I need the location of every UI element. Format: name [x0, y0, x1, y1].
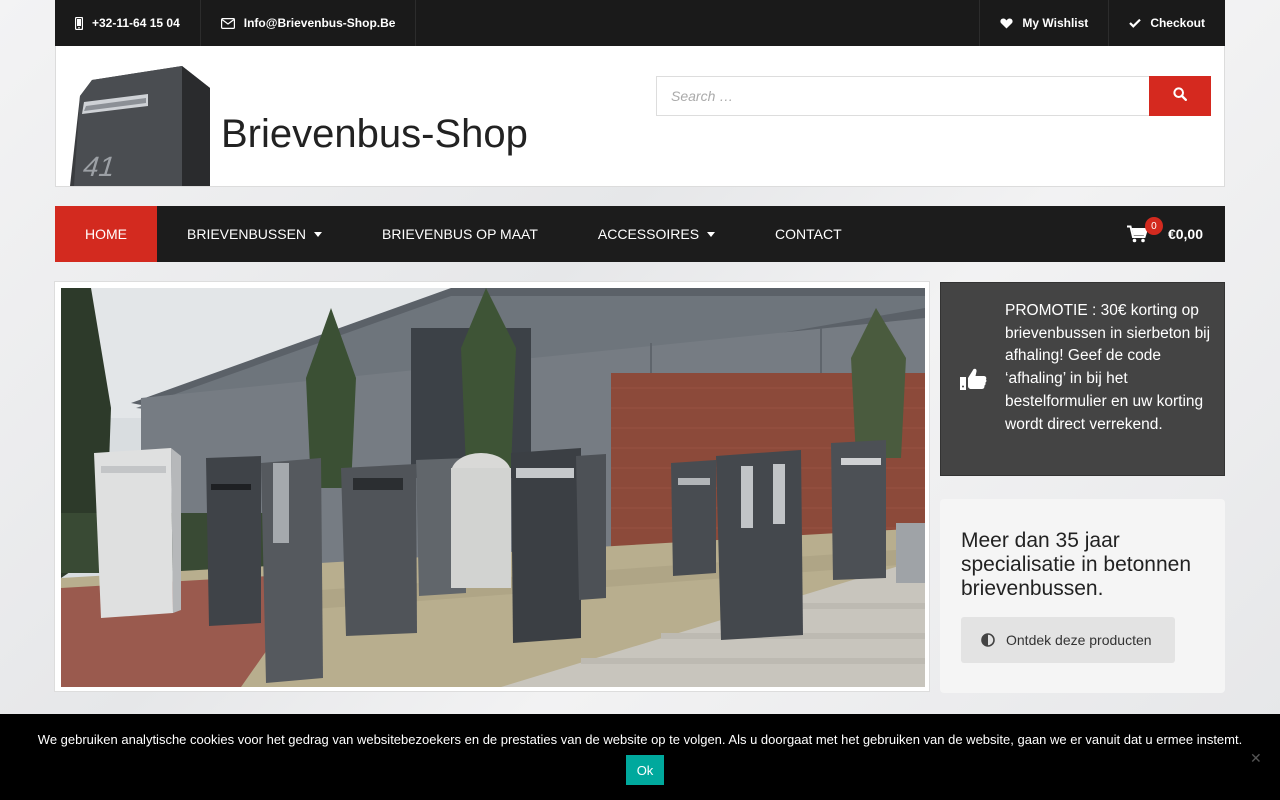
caret-down-icon [707, 231, 716, 237]
half-circle-icon [981, 633, 995, 647]
logo-number: 41 [82, 151, 116, 182]
heart-icon [1000, 18, 1013, 29]
cart-count-badge: 0 [1144, 217, 1163, 235]
showroom-photo [61, 288, 925, 687]
specialization-heading: Meer dan 35 jaar specialisatie in betonn… [961, 529, 1191, 600]
nav-item-brievenbussen[interactable]: BRIEVENBUSSEN [157, 206, 352, 262]
nav-item-label: BRIEVENBUS OP MAAT [382, 226, 538, 242]
nav-item-label: HOME [85, 226, 127, 242]
specialization-box: Meer dan 35 jaar specialisatie in betonn… [940, 499, 1225, 693]
main-nav: HOME BRIEVENBUSSEN BRIEVENBUS OP MAAT AC… [55, 206, 1225, 262]
cookie-message: We gebruiken analytische cookies voor he… [37, 732, 1243, 747]
wishlist-label: My Wishlist [1022, 16, 1089, 30]
caret-down-icon [314, 231, 323, 237]
close-icon[interactable]: ✕ [1250, 750, 1262, 767]
checkout-label: Checkout [1150, 16, 1205, 30]
nav-item-label: BRIEVENBUSSEN [187, 226, 307, 242]
promo-text: PROMOTIE : 30€ korting op brievenbussen … [1005, 302, 1211, 433]
cart-total: €0,00 [1167, 226, 1203, 242]
site-logo[interactable]: 41 [70, 66, 212, 186]
site-header: 41 Brievenbus-Shop Search … [55, 46, 1225, 187]
email-address: Info@Brievenbus-Shop.Be [243, 16, 396, 30]
cookie-ok-button[interactable]: Ok [626, 755, 664, 785]
thumbs-up-icon [960, 367, 987, 396]
cookie-banner: We gebruiken analytische cookies voor he… [0, 714, 1280, 800]
cart-link[interactable]: 0 €0,00 [1126, 206, 1203, 262]
top-bar: +32-11-64 15 04 Info@Brievenbus-Shop.Be … [55, 0, 1225, 46]
phone-link[interactable]: +32-11-64 15 04 [55, 0, 201, 46]
nav-item-brievenbus-op-maat[interactable]: BRIEVENBUS OP MAAT [352, 206, 568, 262]
discover-products-button[interactable]: Ontdek deze producten [961, 617, 1175, 663]
nav-item-home[interactable]: HOME [55, 206, 157, 262]
search-button[interactable] [1149, 76, 1211, 116]
search-input[interactable]: Search … [656, 76, 1150, 116]
phone-number: +32-11-64 15 04 [92, 16, 180, 30]
nav-item-accessoires[interactable]: ACCESSOIRES [568, 206, 745, 262]
wishlist-link[interactable]: My Wishlist [979, 0, 1108, 46]
hero-slider[interactable] [54, 281, 930, 692]
promo-box: PROMOTIE : 30€ korting op brievenbussen … [940, 282, 1225, 476]
nav-item-label: CONTACT [775, 226, 842, 242]
nav-item-label: ACCESSOIRES [597, 226, 700, 242]
nav-item-contact[interactable]: CONTACT [745, 206, 872, 262]
envelope-icon [220, 17, 235, 29]
discover-products-label: Ontdek deze producten [1006, 632, 1152, 648]
check-icon [1129, 18, 1142, 28]
email-link[interactable]: Info@Brievenbus-Shop.Be [201, 0, 417, 46]
checkout-link[interactable]: Checkout [1108, 0, 1225, 46]
mobile-phone-icon [75, 16, 83, 30]
site-title[interactable]: Brievenbus-Shop [221, 112, 528, 157]
search-icon [1173, 86, 1187, 106]
